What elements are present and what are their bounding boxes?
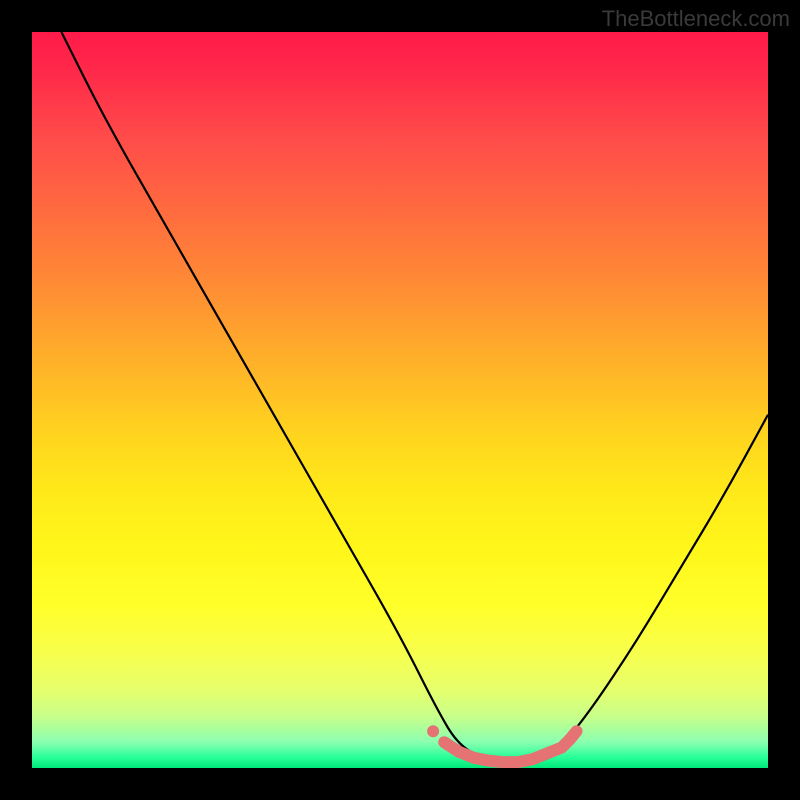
bottleneck-curve <box>61 32 768 763</box>
watermark-text: TheBottleneck.com <box>602 6 790 32</box>
chart-svg <box>32 32 768 768</box>
highlight-dot <box>427 725 439 737</box>
chart-plot-area <box>32 32 768 768</box>
